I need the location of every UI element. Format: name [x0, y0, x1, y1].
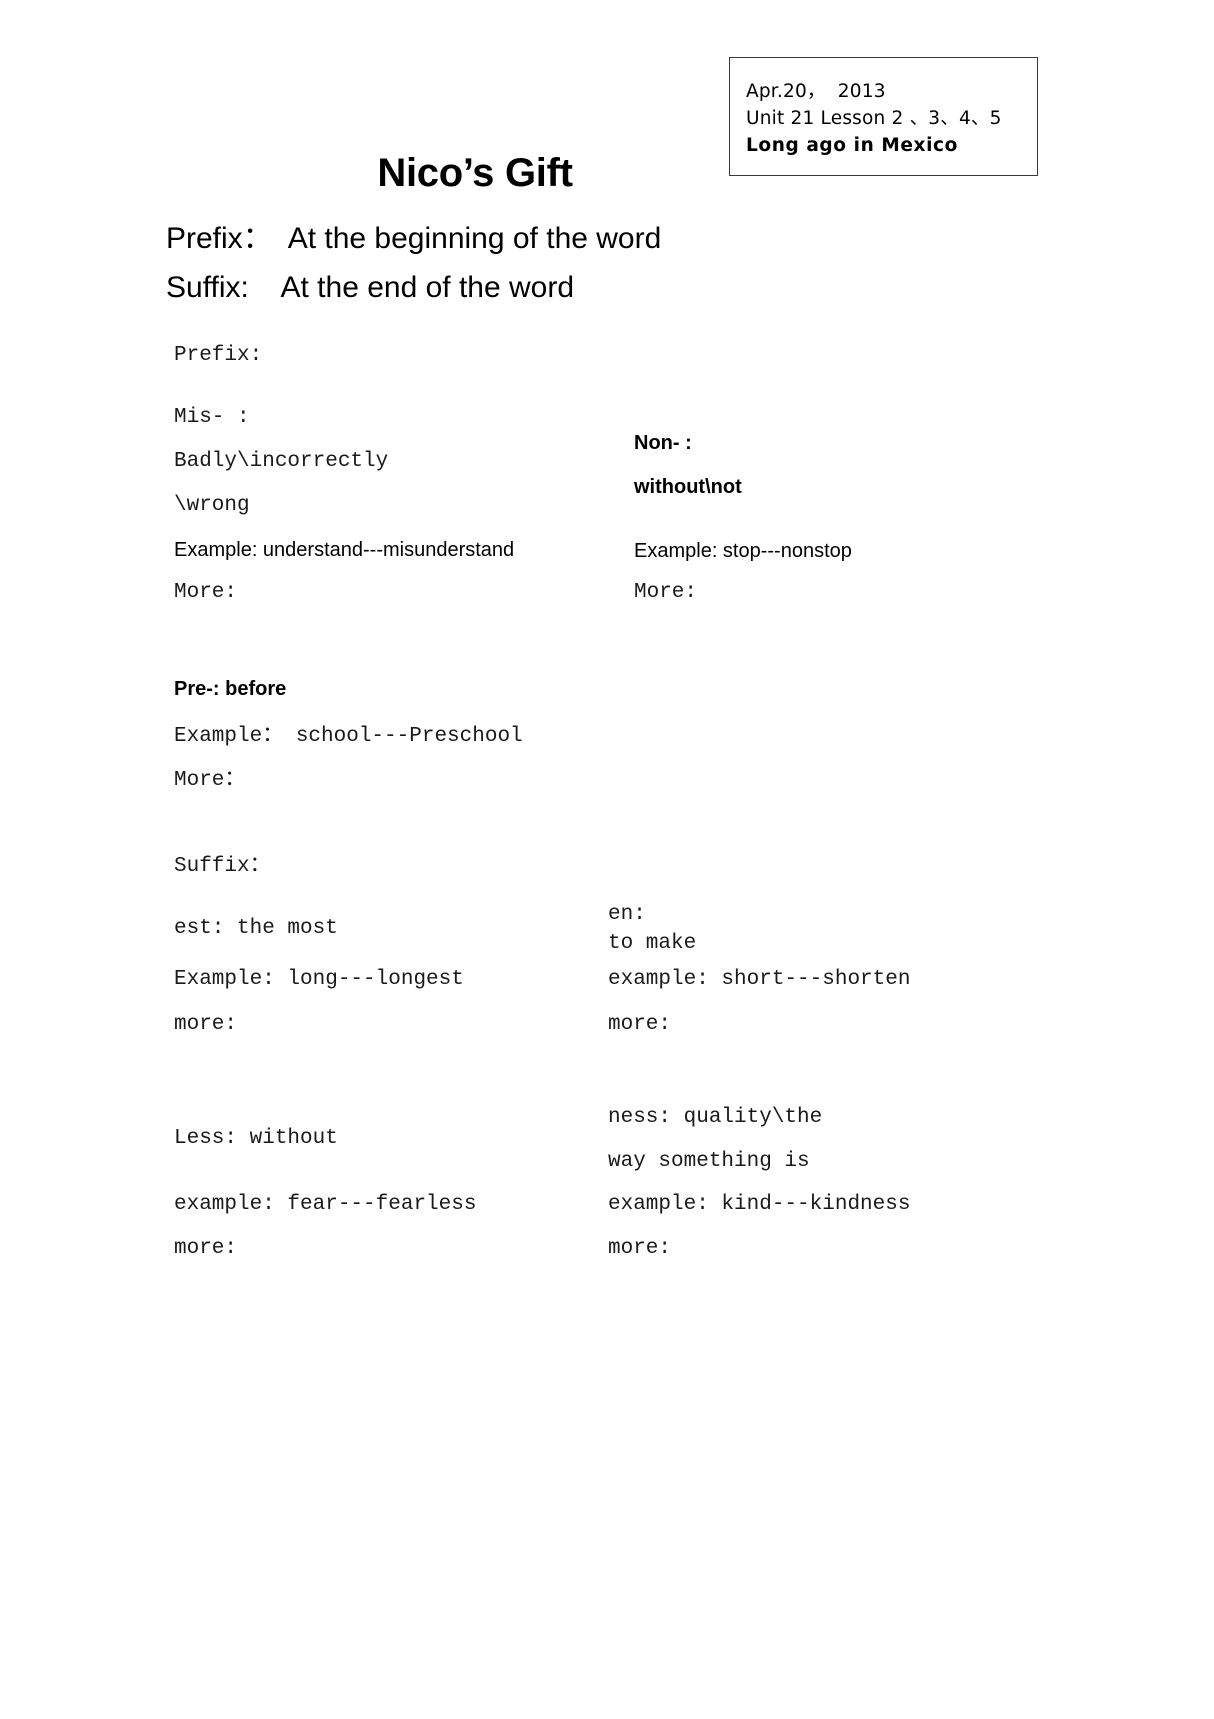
lesson-unit: Unit 21 Lesson 2 、3、4、5 [746, 108, 1002, 129]
suffix-en-name-line2: to make [608, 932, 697, 955]
prefix-non-more: More: [634, 581, 698, 604]
prefix-pre-more: More： [174, 769, 246, 792]
suffix-est-more: more: [174, 1013, 238, 1036]
suffix-en-name-line1: en: [608, 903, 646, 926]
suffix-less-name: Less: without [174, 1127, 338, 1150]
suffix-ness-name-line1: ness: quality\the [608, 1106, 823, 1129]
prefix-non-name: Non- : [634, 432, 692, 454]
prefix-mis-more: More: [174, 581, 238, 604]
suffix-section-heading: Suffix： [174, 855, 271, 878]
prefix-non-example: Example: stop---nonstop [634, 540, 852, 562]
prefix-mis-meaning-line1: Badly\incorrectly [174, 450, 389, 473]
prefix-mis-example: Example: understand---misunderstand [174, 539, 515, 561]
suffix-less-example: example: fear---fearless [174, 1193, 477, 1216]
suffix-en-more: more: [608, 1013, 672, 1036]
suffix-less-more: more: [174, 1237, 238, 1260]
suffix-en-example: example: short---shorten [608, 968, 911, 991]
prefix-non-meaning-line1: without\not [634, 476, 742, 498]
suffix-definition: Suffix: At the end of the word [166, 271, 575, 304]
prefix-mis-meaning-line2: \wrong [174, 494, 250, 517]
lesson-date: Apr.20， 2013 [746, 81, 886, 102]
suffix-ness-more: more: [608, 1237, 672, 1260]
suffix-ness-example: example: kind---kindness [608, 1193, 911, 1216]
prefix-definition: Prefix： At the beginning of the word [166, 222, 662, 255]
suffix-est-name: est: the most [174, 917, 338, 940]
prefix-section-heading: Prefix: [174, 344, 263, 367]
suffix-est-example: Example: long---longest [174, 968, 464, 991]
page-title: Nico’s Gift [377, 151, 573, 195]
prefix-mis-name: Mis- : [174, 406, 250, 429]
prefix-pre-example: Example： school---Preschool [174, 725, 523, 748]
suffix-ness-name-line2: way something is [608, 1150, 810, 1173]
prefix-pre-name: Pre-: before [174, 678, 287, 700]
